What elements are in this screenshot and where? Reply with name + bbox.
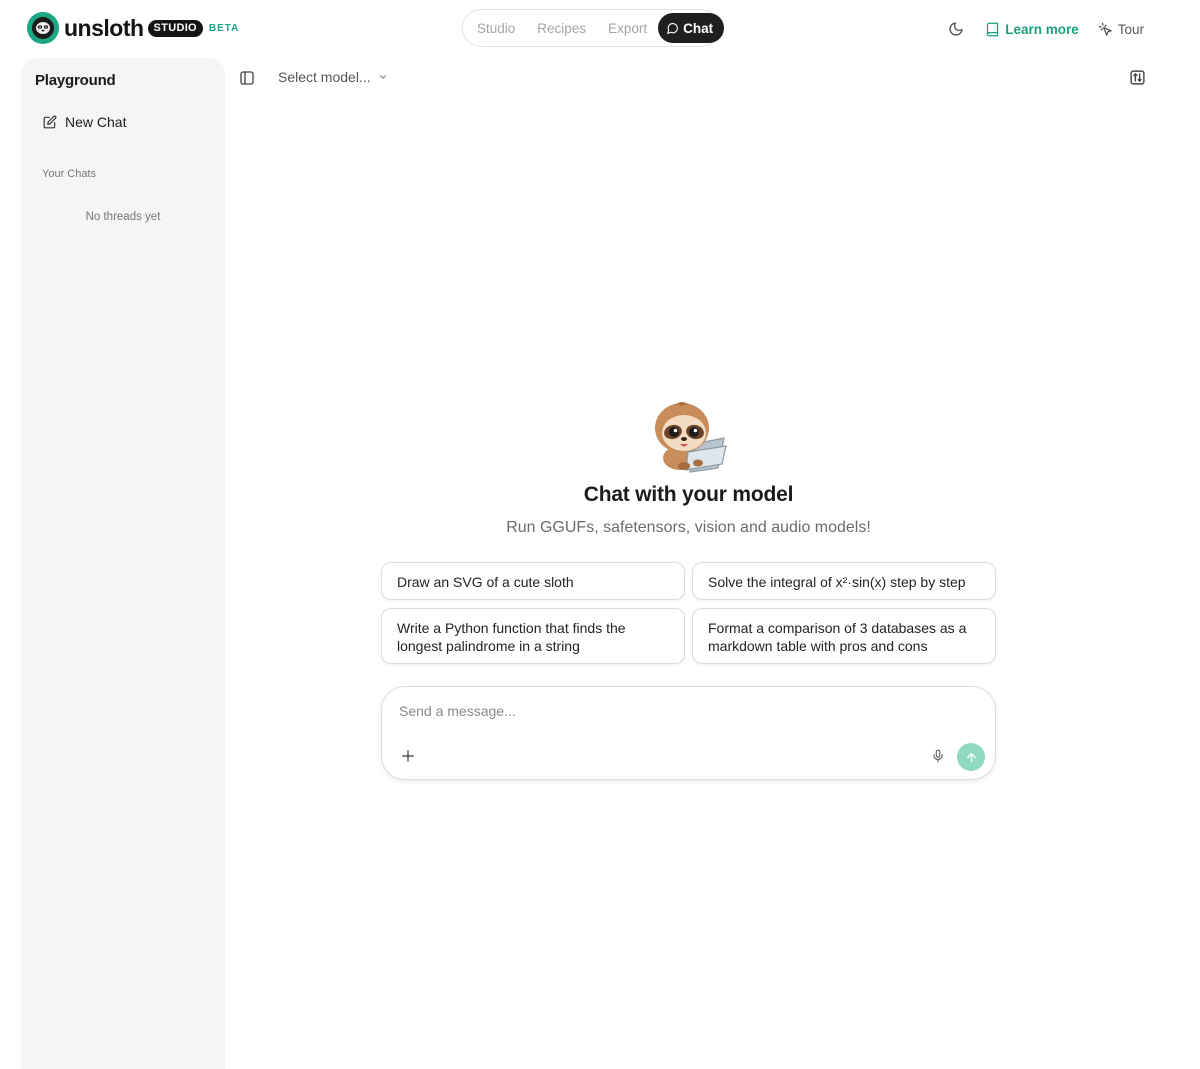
cursor-click-icon: [1098, 22, 1112, 36]
tab-recipes[interactable]: Recipes: [537, 21, 586, 36]
hero-subtitle: Run GGUFs, safetensors, vision and audio…: [506, 519, 871, 536]
panel-left-icon: [240, 71, 254, 85]
brand-name: unsloth: [64, 14, 144, 41]
arrow-up-icon: [966, 752, 976, 762]
tab-studio[interactable]: Studio: [477, 21, 515, 36]
chat-bubble-icon: [667, 22, 679, 34]
tour-label: Tour: [1117, 21, 1144, 37]
microphone-icon: [933, 749, 943, 763]
model-select-label: Select model...: [278, 69, 371, 85]
sidebar: Playground New Chat Your Chats No thread…: [21, 58, 225, 1069]
beta-badge: BETA: [208, 22, 240, 34]
model-select-dropdown[interactable]: Select model...: [278, 69, 388, 85]
suggestion-card[interactable]: Format a comparison of 3 databases as a …: [692, 608, 996, 664]
studio-badge: STUDIO: [147, 19, 203, 37]
new-chat-button[interactable]: New Chat: [43, 114, 126, 130]
tab-export[interactable]: Export: [608, 21, 647, 36]
sidebar-toggle-button[interactable]: [238, 69, 256, 87]
learn-more-label: Learn more: [1005, 21, 1079, 37]
sidebar-title: Playground: [35, 72, 116, 89]
tab-chat-label: Chat: [683, 20, 714, 36]
edit-icon: [43, 115, 57, 129]
tab-chat[interactable]: Chat: [658, 13, 725, 43]
new-chat-label: New Chat: [65, 114, 127, 130]
theme-toggle-button[interactable]: [948, 21, 964, 37]
message-composer: [381, 686, 996, 780]
tour-button[interactable]: Tour: [1098, 22, 1144, 37]
suggestion-card[interactable]: Draw an SVG of a cute sloth: [381, 562, 685, 600]
chevron-down-icon: [379, 75, 386, 79]
learn-more-link[interactable]: Learn more: [985, 22, 1079, 37]
suggestion-card[interactable]: Solve the integral of x²·sin(x) step by …: [692, 562, 996, 600]
message-input[interactable]: [399, 701, 899, 721]
moon-icon: [949, 22, 963, 36]
hero-title: Chat with your model: [583, 483, 794, 506]
main-nav: Studio Recipes Export Chat: [462, 9, 725, 47]
book-icon: [987, 22, 999, 36]
attach-button[interactable]: [400, 748, 416, 764]
sloth-logo-icon: [27, 12, 59, 44]
empty-threads-text: No threads yet: [85, 211, 161, 223]
sliders-icon: [1130, 70, 1145, 85]
sloth-mascot-image: [646, 400, 730, 476]
plus-icon: [402, 750, 414, 762]
settings-panel-button[interactable]: [1128, 68, 1147, 87]
suggestion-card[interactable]: Write a Python function that finds the l…: [381, 608, 685, 664]
microphone-button[interactable]: [930, 748, 946, 764]
brand-logo[interactable]: unsloth STUDIO BETA: [27, 12, 239, 44]
your-chats-heading: Your Chats: [42, 168, 97, 180]
send-button[interactable]: [957, 743, 985, 771]
